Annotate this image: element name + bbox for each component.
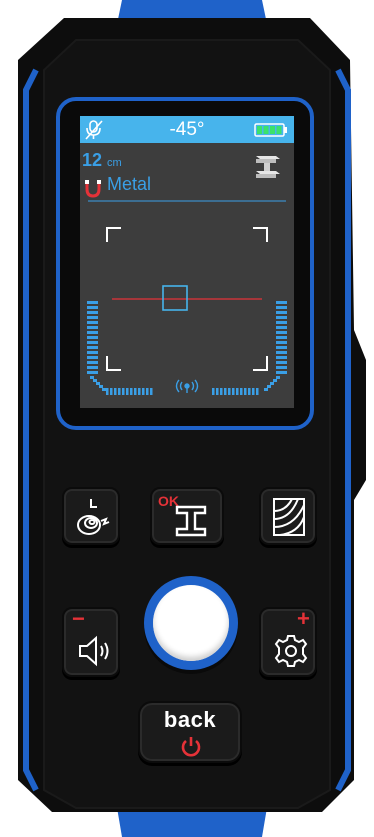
signal-bar — [93, 379, 97, 382]
material-label: Metal — [107, 174, 152, 194]
signal-bar — [90, 376, 94, 379]
signal-bar — [236, 388, 239, 395]
ok-metal-button[interactable]: OK — [150, 487, 224, 545]
signal-bar — [102, 388, 106, 391]
signal-bar — [276, 346, 287, 349]
signal-bar — [276, 311, 287, 314]
back-power-button[interactable]: back — [138, 701, 242, 763]
signal-bar — [87, 351, 98, 354]
signal-bar — [106, 388, 109, 395]
signal-bar — [87, 341, 98, 344]
settings-up-button[interactable]: + — [259, 607, 317, 677]
signal-bar — [220, 388, 223, 395]
signal-bar — [256, 388, 259, 395]
signal-bar — [150, 388, 153, 395]
signal-bar — [130, 388, 133, 395]
sensor-mode-icon — [77, 499, 110, 535]
signal-bar — [276, 306, 287, 309]
signal-bar — [87, 336, 98, 339]
i-beam-icon — [175, 505, 207, 537]
signal-bar — [96, 382, 100, 385]
signal-bar — [87, 316, 98, 319]
detector-display: -45° 12 cm Metal — [80, 116, 294, 408]
signal-bar — [87, 306, 98, 309]
signal-bar — [276, 301, 287, 304]
volume-down-button[interactable]: − — [62, 607, 120, 677]
signal-bar — [276, 361, 287, 364]
mode-scan-button[interactable] — [62, 487, 120, 545]
signal-bar — [146, 388, 149, 395]
signal-bar — [276, 351, 287, 354]
speaker-icon — [79, 635, 109, 667]
wireless-signal-icon — [175, 379, 199, 393]
plus-label: + — [297, 606, 310, 631]
i-beam-icon — [256, 156, 280, 178]
signal-bar — [87, 326, 98, 329]
signal-bar — [87, 321, 98, 324]
back-label: back — [163, 707, 217, 732]
signal-bar — [87, 331, 98, 334]
signal-bar — [276, 326, 287, 329]
signal-bar — [126, 388, 129, 395]
depth-value: 12 — [82, 150, 103, 170]
signal-bar — [276, 356, 287, 359]
signal-bar — [142, 388, 145, 395]
signal-bar — [138, 388, 141, 395]
signal-bar — [276, 316, 287, 319]
gear-icon — [274, 635, 308, 667]
minus-label: − — [72, 606, 85, 631]
signal-bar — [270, 382, 274, 385]
signal-bar — [122, 388, 125, 395]
signal-bar — [276, 331, 287, 334]
signal-bars-right — [264, 301, 287, 391]
wood-mode-button[interactable] — [259, 487, 317, 545]
signal-bar — [114, 388, 117, 395]
signal-bar — [240, 388, 243, 395]
signal-bar — [276, 341, 287, 344]
scan-area — [87, 200, 287, 395]
power-icon — [181, 737, 201, 757]
signal-bars-left — [87, 301, 106, 391]
signal-bar — [87, 356, 98, 359]
signal-bar — [87, 301, 98, 304]
signal-bar — [87, 366, 98, 369]
signal-bar — [264, 388, 268, 391]
signal-bar — [212, 388, 215, 395]
signal-bar — [267, 385, 271, 388]
signal-bar — [87, 346, 98, 349]
signal-bar — [273, 379, 277, 382]
signal-bar — [232, 388, 235, 395]
signal-bar — [118, 388, 121, 395]
magnet-icon — [85, 180, 101, 198]
signal-bar — [244, 388, 247, 395]
measure-round-button[interactable] — [144, 576, 238, 670]
signal-bar — [276, 336, 287, 339]
signal-bar — [99, 385, 103, 388]
signal-bar — [87, 361, 98, 364]
signal-bar — [87, 371, 98, 374]
signal-bar — [134, 388, 137, 395]
signal-bar — [216, 388, 219, 395]
battery-full-icon — [254, 123, 287, 137]
signal-bar — [87, 311, 98, 314]
signal-bar — [276, 371, 287, 374]
signal-bar — [248, 388, 251, 395]
status-bar: -45° — [80, 116, 294, 143]
signal-bar — [252, 388, 255, 395]
signal-bar — [110, 388, 113, 395]
signal-bar — [228, 388, 231, 395]
signal-bar — [224, 388, 227, 395]
signal-bar — [276, 366, 287, 369]
signal-bar — [276, 376, 280, 379]
wood-grain-icon — [273, 498, 305, 536]
signal-bars-bottom — [106, 388, 259, 395]
signal-bar — [276, 321, 287, 324]
depth-unit: cm — [107, 157, 122, 169]
